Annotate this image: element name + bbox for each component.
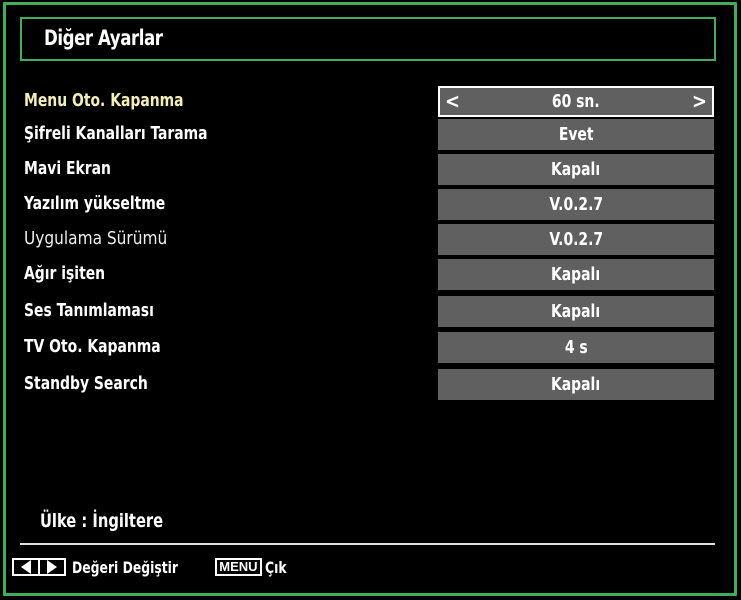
- setting-row-tv-auto-off[interactable]: TV Oto. Kapanma 4 s: [0, 332, 741, 364]
- setting-value-box[interactable]: Kapalı: [438, 259, 714, 290]
- setting-row-hard-of-hearing[interactable]: Ağır işiten Kapalı: [0, 259, 741, 291]
- setting-value: Evet: [558, 124, 594, 145]
- setting-value-box[interactable]: V.0.2.7: [438, 189, 714, 220]
- page-title: Diğer Ayarlar: [44, 26, 163, 50]
- setting-value-box[interactable]: Kapalı: [438, 369, 714, 400]
- setting-value-box[interactable]: Kapalı: [438, 296, 714, 327]
- setting-value: Kapalı: [551, 374, 601, 395]
- right-key: [38, 560, 64, 574]
- left-right-keys: [12, 558, 66, 576]
- setting-value-box: V.0.2.7: [438, 224, 714, 255]
- setting-row-blue-screen[interactable]: Mavi Ekran Kapalı: [0, 154, 741, 186]
- setting-row-encrypted-scan[interactable]: Şifreli Kanalları Tarama Evet: [0, 119, 741, 151]
- setting-label: TV Oto. Kapanma: [24, 336, 161, 357]
- setting-value: 4 s: [564, 337, 588, 358]
- menu-key-icon: MENU: [215, 558, 262, 576]
- setting-label: Ağır işiten: [24, 263, 106, 284]
- setting-row-audio-description[interactable]: Ses Tanımlaması Kapalı: [0, 296, 741, 328]
- setting-value: 60 sn.: [552, 91, 600, 112]
- footer-help-bar: Değeri Değiştir MENU Çık: [12, 556, 290, 578]
- setting-label: Uygulama Sürümü: [24, 228, 168, 249]
- change-value-hint: Değeri Değiştir: [72, 557, 179, 577]
- left-key: [14, 560, 38, 574]
- setting-value-box[interactable]: Kapalı: [438, 154, 714, 185]
- setting-value: V.0.2.7: [549, 194, 603, 215]
- setting-value-box[interactable]: Evet: [438, 119, 714, 150]
- setting-value: Kapalı: [551, 301, 601, 322]
- setting-row-menu-timeout[interactable]: Menu Oto. Kapanma < 60 sn. >: [0, 86, 741, 118]
- setting-row-app-version: Uygulama Sürümü V.0.2.7: [0, 224, 741, 256]
- setting-value-selector[interactable]: < 60 sn. >: [438, 86, 714, 117]
- setting-label: Şifreli Kanalları Tarama: [24, 123, 208, 144]
- setting-value: Kapalı: [551, 159, 601, 180]
- setting-label: Yazılım yükseltme: [24, 193, 166, 214]
- setting-value: V.0.2.7: [549, 229, 603, 250]
- triangle-left-icon: [21, 560, 31, 574]
- exit-hint: Çık: [264, 557, 287, 577]
- title-bar: Diğer Ayarlar: [20, 17, 716, 61]
- setting-label: Ses Tanımlaması: [24, 300, 154, 321]
- triangle-right-icon: [47, 560, 57, 574]
- chevron-left-icon[interactable]: <: [445, 88, 460, 115]
- country-status: Ülke : İngiltere: [40, 510, 164, 532]
- setting-value: Kapalı: [551, 264, 601, 285]
- setting-label: Mavi Ekran: [24, 158, 111, 179]
- setting-label: Menu Oto. Kapanma: [24, 90, 184, 111]
- setting-value-box[interactable]: 4 s: [438, 332, 714, 363]
- footer-divider: [20, 543, 715, 545]
- setting-row-standby-search[interactable]: Standby Search Kapalı: [0, 369, 741, 401]
- setting-label: Standby Search: [24, 373, 148, 394]
- chevron-right-icon[interactable]: >: [692, 88, 707, 115]
- setting-row-software-upgrade[interactable]: Yazılım yükseltme V.0.2.7: [0, 189, 741, 221]
